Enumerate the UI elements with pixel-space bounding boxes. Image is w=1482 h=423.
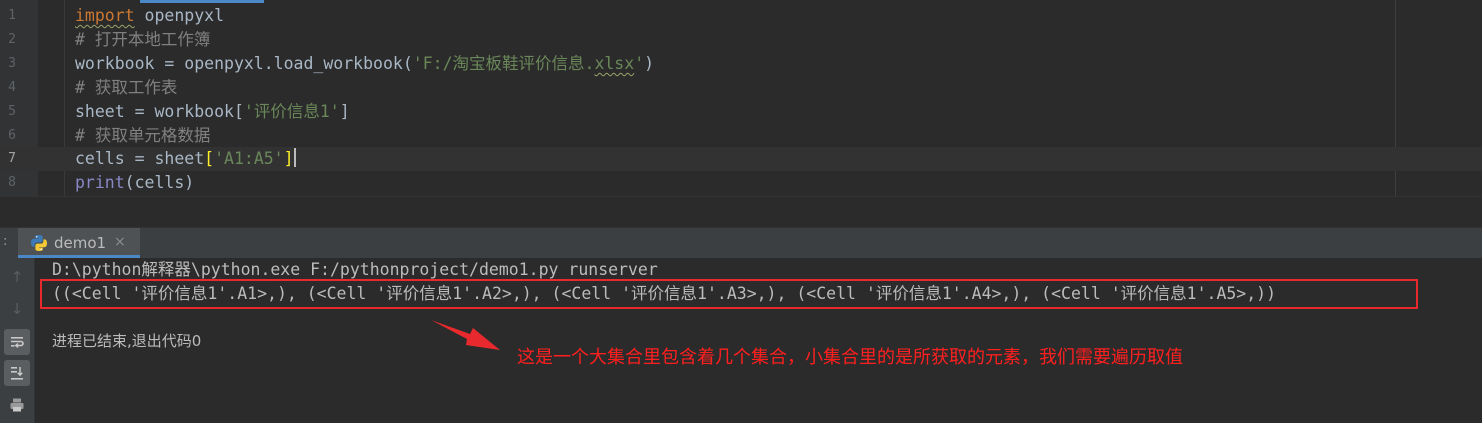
annotation-text: 这是一个大集合里包含着几个集合，小集合里的是所获取的元素，我们需要遍历取值: [517, 347, 1183, 368]
